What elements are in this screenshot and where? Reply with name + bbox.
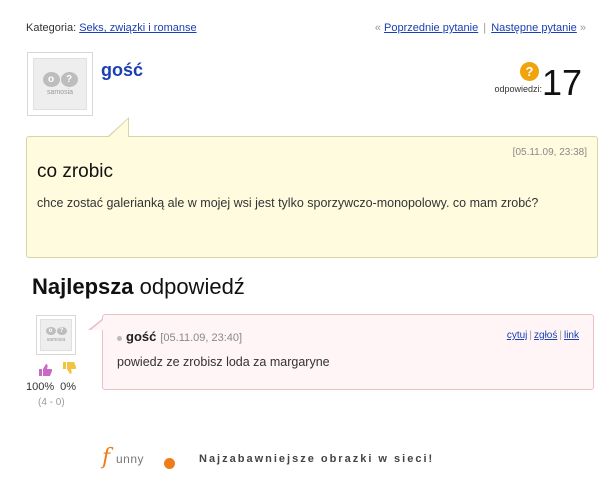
answer-author-avatar[interactable]: o ? samosia: [36, 315, 76, 355]
avatar-brand: samosia: [46, 89, 74, 96]
question-author-avatar[interactable]: o ? samosia: [27, 52, 93, 116]
quote-link[interactable]: cytuj: [507, 330, 528, 341]
question-box: [05.11.09, 23:38] co zrobic chce zostać …: [26, 136, 598, 258]
pagination-separator: |: [483, 22, 487, 34]
question-badge-icon: ?: [520, 62, 539, 81]
watermark-footer: f unny Najzabawniejsze obrazki w sieci!: [102, 445, 502, 472]
question-text: chce zostać galerianką ale w mojej wsi j…: [37, 196, 539, 210]
answer-date: [05.11.09, 23:40]: [160, 332, 243, 344]
action-separator: |: [529, 330, 533, 341]
vote-percentages: 100% 0%: [26, 381, 82, 393]
action-separator: |: [559, 330, 562, 341]
vote-up-percent: 100%: [26, 381, 55, 393]
bullet-icon: [117, 335, 122, 341]
best-answer-heading-rest: odpowiedź: [133, 274, 245, 299]
logo-dot-icon: [164, 458, 175, 469]
question-author-name[interactable]: gość: [101, 60, 143, 81]
answers-counter: ? odpowiedzi: 17: [444, 62, 584, 102]
speech-bubble-tail-fill: [109, 119, 128, 137]
vote-down-percent: 0%: [60, 381, 77, 393]
question-pagination: « Poprzednie pytanie | Następne pytanie …: [375, 22, 586, 34]
logo-initial: f: [102, 445, 111, 470]
answer-text: powiedz ze zrobisz loda za margaryne: [117, 355, 330, 369]
best-answer-heading: Najlepsza odpowiedź: [32, 274, 245, 300]
avatar-bubble-icon: ?: [60, 72, 78, 87]
previous-question-link[interactable]: Poprzednie pytanie: [384, 22, 478, 34]
prev-guillemet: «: [374, 22, 381, 34]
answers-count: 17: [541, 62, 582, 103]
avatar-bubble-icon: ?: [56, 327, 67, 335]
footer-tagline: Najzabawniejsze obrazki w sieci!: [199, 453, 435, 465]
avatar-bubble-icon: o: [42, 72, 60, 87]
answers-label: odpowiedzi:: [494, 84, 542, 94]
next-question-link[interactable]: Następne pytanie: [491, 22, 577, 34]
avatar-brand: samosia: [46, 337, 66, 343]
answer-header: gość [05.11.09, 23:40]: [117, 329, 242, 344]
logo-text: unny: [116, 452, 145, 466]
best-answer-heading-bold: Najlepsza: [32, 274, 134, 299]
funny-logo: f unny: [102, 445, 182, 472]
avatar-bubble-icon: o: [45, 327, 56, 335]
best-answer-box: gość [05.11.09, 23:40] cytuj | zgłoś | link p…: [102, 314, 594, 390]
permalink-link[interactable]: link: [564, 330, 579, 341]
thumbs-down-icon[interactable]: [62, 361, 77, 375]
next-guillemet: »: [579, 22, 586, 34]
answer-bubble-tail-fill: [91, 320, 103, 330]
report-link[interactable]: zgłoś: [534, 330, 557, 341]
category-link[interactable]: Seks, związki i romanse: [79, 22, 196, 34]
question-title: co zrobic: [37, 161, 114, 182]
answer-actions: cytuj | zgłoś | link: [507, 330, 579, 341]
vote-ratio: (4 - 0): [38, 397, 65, 408]
top-navigation: Kategoria: Seks, związki i romanse « Pop…: [26, 22, 586, 38]
thumbs-up-icon[interactable]: [38, 363, 53, 377]
answer-author-name[interactable]: gość: [126, 329, 156, 344]
question-date: [05.11.09, 23:38]: [512, 147, 587, 158]
category-label: Kategoria:: [26, 22, 77, 34]
